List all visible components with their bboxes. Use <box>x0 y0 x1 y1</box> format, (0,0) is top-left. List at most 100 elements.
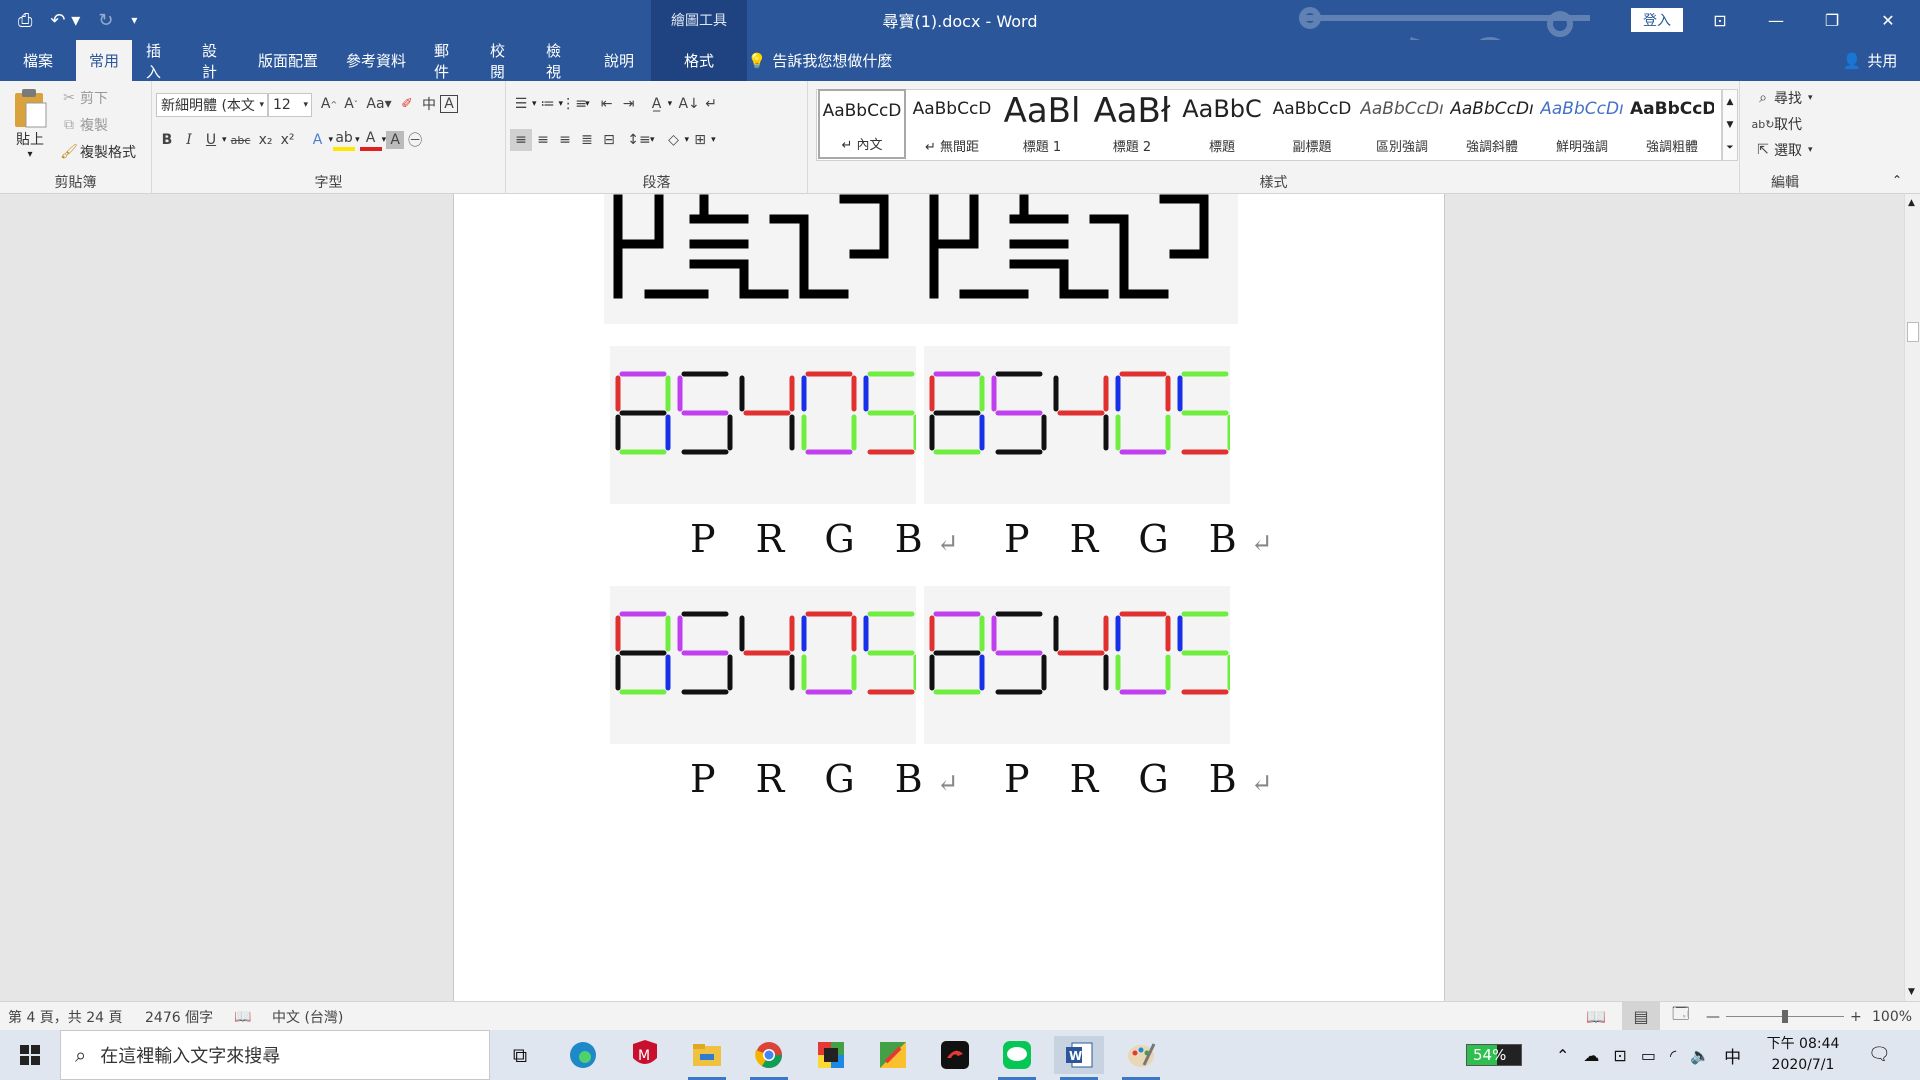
zoom-level[interactable]: 100% <box>1872 1002 1912 1031</box>
copy-button[interactable]: ⧉ 複製 <box>58 114 108 136</box>
windows-start-icon[interactable] <box>5 1036 55 1074</box>
tab-mailings[interactable]: 郵件 <box>422 40 474 81</box>
read-mode-icon[interactable]: 📖 <box>1586 1002 1606 1031</box>
document-page[interactable]: P R G B↵ P R G B↵ P R G B↵ P R G B↵ <box>453 194 1445 1001</box>
taskbar-search-box[interactable]: ⌕ 在這裡輸入文字來搜尋 <box>60 1030 490 1080</box>
phonetic-guide-icon[interactable]: 中 <box>418 93 440 115</box>
zoom-out-icon[interactable]: — <box>1706 1002 1720 1031</box>
change-case-button[interactable]: Aa ▾ <box>362 93 396 115</box>
font-size-combobox[interactable]: 12 ▾ <box>268 93 312 117</box>
restore-button[interactable]: ❐ <box>1804 0 1860 40</box>
autosave-icon[interactable]: ⎙ <box>18 10 32 31</box>
paint-palette-icon[interactable] <box>1116 1036 1166 1080</box>
close-button[interactable]: ✕ <box>1860 0 1916 40</box>
style-subtitle[interactable]: AaBbCcD 副標題 <box>1268 89 1356 159</box>
clear-formatting-icon[interactable]: ✐ <box>396 93 418 115</box>
font-name-combobox[interactable]: 新細明體 (本文 ▾ <box>156 93 268 117</box>
tab-home[interactable]: 常用 <box>76 40 132 81</box>
highlight-icon[interactable]: ab <box>333 129 356 151</box>
tell-me-box[interactable]: 💡 告訴我您想做什麼 <box>730 40 910 81</box>
word-app-icon[interactable]: W <box>1054 1036 1104 1080</box>
language-indicator[interactable]: 中文 (台灣) <box>272 1002 343 1031</box>
segment-image-3[interactable] <box>610 586 919 744</box>
underline-icon[interactable]: U <box>200 129 222 151</box>
align-left-icon[interactable]: ≡ <box>510 129 532 151</box>
style-heading-2[interactable]: AaBł 標題 2 <box>1088 89 1176 159</box>
paint-app-icon[interactable] <box>868 1036 918 1074</box>
subscript-icon[interactable]: x₂ <box>255 129 277 151</box>
chevron-up-icon[interactable]: ⌃ <box>1556 1046 1569 1065</box>
paste-button[interactable]: 貼上 ▾ <box>10 87 50 167</box>
onedrive-icon[interactable]: ☁ <box>1583 1046 1599 1065</box>
tab-references[interactable]: 參考資料 <box>334 40 418 81</box>
tab-help[interactable]: 說明 <box>590 40 648 81</box>
line-app-icon[interactable] <box>992 1036 1042 1080</box>
strikethrough-icon[interactable]: abc <box>227 129 255 151</box>
superscript-icon[interactable]: x² <box>277 129 299 151</box>
distributed-icon[interactable]: ⊟ <box>598 129 620 151</box>
edge-icon[interactable] <box>558 1036 608 1074</box>
share-button[interactable]: 👤 共用 <box>1830 40 1910 81</box>
decrease-indent-icon[interactable]: ⇤ <box>596 93 618 115</box>
word-count[interactable]: 2476 個字 <box>145 1002 213 1031</box>
style-heading-1[interactable]: AaBl 標題 1 <box>998 89 1086 159</box>
sort-icon[interactable]: A↓ <box>678 93 700 115</box>
page-count[interactable]: 第 4 頁，共 24 頁 <box>8 1002 123 1031</box>
select-button[interactable]: ⇱ 選取 ▾ <box>1752 139 1812 161</box>
segment-image-2[interactable] <box>924 346 1233 504</box>
app-tray-icon[interactable]: ⊡ <box>1613 1046 1626 1065</box>
print-layout-icon[interactable]: ▤ <box>1622 1002 1660 1031</box>
tab-review[interactable]: 校閱 <box>478 40 530 81</box>
shading-icon[interactable]: ◇ <box>663 129 685 151</box>
justify-icon[interactable]: ≣ <box>576 129 598 151</box>
enclose-characters-icon[interactable]: ㊀ <box>404 129 426 151</box>
borders-icon[interactable]: ⊞ <box>689 129 711 151</box>
ime-indicator[interactable]: 中 <box>1724 1043 1741 1068</box>
zoom-in-icon[interactable]: + <box>1850 1002 1862 1031</box>
colorful-app-icon[interactable] <box>806 1036 856 1074</box>
vertical-scrollbar[interactable]: ▲ ▼ <box>1904 194 1920 1001</box>
style-normal[interactable]: AaBbCcD ↵ 內文 <box>818 89 906 159</box>
clock[interactable]: 下午 08:44 2020/7/1 <box>1766 1034 1840 1076</box>
web-layout-icon[interactable]: 🗔 <box>1672 1002 1689 1031</box>
format-painter-button[interactable]: 🖌 複製格式 <box>58 141 136 163</box>
increase-indent-icon[interactable]: ⇥ <box>618 93 640 115</box>
character-border-icon[interactable]: A <box>440 95 458 113</box>
tab-design[interactable]: 設計 <box>190 40 242 81</box>
file-explorer-icon[interactable] <box>682 1036 732 1080</box>
garena-icon[interactable] <box>930 1036 980 1074</box>
tab-insert[interactable]: 插入 <box>134 40 186 81</box>
style-strong[interactable]: AaBbCcD 強調粗體 <box>1628 89 1716 159</box>
notification-icon[interactable]: 🗨 <box>1868 1044 1891 1065</box>
mcafee-icon[interactable]: M <box>620 1036 670 1074</box>
style-no-spacing[interactable]: AaBbCcD ↵ 無間距 <box>908 89 996 159</box>
minimize-button[interactable]: — <box>1748 0 1804 40</box>
styles-scroll[interactable]: ▲ ▼ ⏷ <box>1722 89 1738 161</box>
tab-layout[interactable]: 版面配置 <box>246 40 330 81</box>
customize-qat-icon[interactable]: ▾ <box>131 13 137 27</box>
text-effects-icon[interactable]: A <box>307 129 329 151</box>
tab-view[interactable]: 檢視 <box>534 40 586 81</box>
battery-meter[interactable]: 54% <box>1466 1044 1522 1066</box>
bullets-icon[interactable]: ☰ <box>510 93 532 115</box>
zoom-thumb[interactable] <box>1782 1010 1788 1023</box>
grow-font-icon[interactable]: A ^ <box>318 93 340 115</box>
chrome-icon[interactable] <box>744 1036 794 1080</box>
style-intense-emphasis[interactable]: AaBbCcDı 鮮明強調 <box>1538 89 1626 159</box>
show-formatting-icon[interactable]: ↵ <box>700 93 722 115</box>
cut-button[interactable]: ✂ 剪下 <box>58 87 108 109</box>
proofing-icon[interactable]: 📖 <box>234 1002 251 1031</box>
bold-icon[interactable]: B <box>156 129 178 151</box>
asian-layout-icon[interactable]: A̲ <box>646 93 668 115</box>
volume-icon[interactable]: 🔈 <box>1690 1046 1710 1065</box>
login-button[interactable]: 登入 <box>1631 8 1683 32</box>
style-title[interactable]: AaBbC 標題 <box>1178 89 1266 159</box>
battery-icon[interactable]: ▭ <box>1641 1046 1656 1065</box>
segment-image-1[interactable] <box>610 346 919 504</box>
character-shading-icon[interactable]: A <box>386 131 405 149</box>
find-button[interactable]: ⌕ 尋找 ▾ <box>1752 87 1812 109</box>
multilevel-list-icon[interactable]: ⋮≡ <box>561 93 587 115</box>
collapse-ribbon-icon[interactable]: ⌃ <box>1892 173 1902 187</box>
task-view-icon[interactable]: ⧉ <box>495 1036 545 1074</box>
align-center-icon[interactable]: ≡ <box>532 129 554 151</box>
